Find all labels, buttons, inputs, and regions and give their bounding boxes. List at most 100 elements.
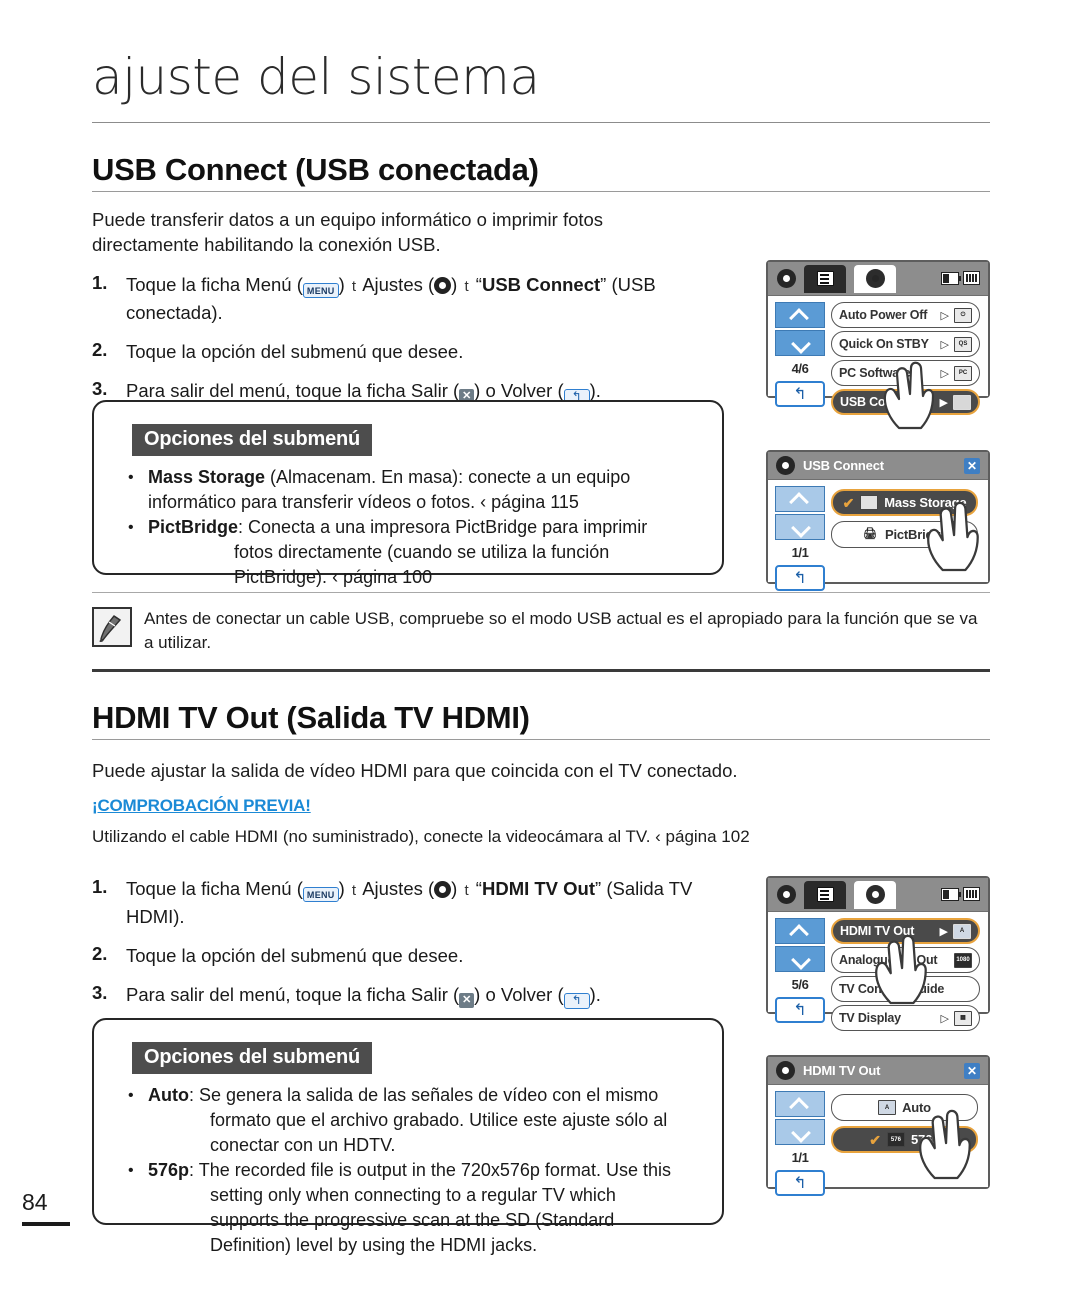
usb-connect-submenu-screen: USB Connect ✕ 1/1 ↰ ✔ Mass Storage 🖨 Pic… [766, 450, 990, 591]
1080i-icon: 1080 [954, 952, 972, 968]
submenu-row-auto[interactable]: A Auto [831, 1094, 978, 1121]
manual-page: ajuste del sistema USB Connect (USB cone… [0, 0, 1080, 1316]
step-text-mid2: Ajustes ( [358, 274, 435, 295]
576p-icon: 576 [886, 1132, 905, 1147]
row-arrow: ▷ [940, 367, 949, 380]
close-icon[interactable]: ✕ [964, 458, 980, 474]
step-text: Toque la opción del submenú que desee. [126, 945, 464, 966]
check-icon: ✔ [842, 494, 855, 511]
section-intro-hdmi: Puede ajustar la salida de vídeo HDMI pa… [92, 760, 738, 781]
option-hang: Auto: Se genera la salida de las señales… [148, 1083, 688, 1158]
step-text-post: ). [589, 380, 601, 401]
menu-row-tv-connect-guide[interactable]: TV Connect Guide [831, 976, 980, 1002]
option-item: • Auto: Se genera la salida de las señal… [94, 1083, 722, 1158]
chevron-down-icon [792, 1128, 808, 1137]
close-icon[interactable]: ✕ [964, 1063, 980, 1079]
scroll-down-button[interactable] [775, 330, 825, 356]
submenu-title: HDMI TV Out [803, 1063, 881, 1078]
row-label: USB Connect [840, 395, 918, 409]
menu-row-pc-software[interactable]: PC Software ▷ PC [831, 360, 980, 386]
submenu-row-mass-storage[interactable]: ✔ Mass Storage [831, 489, 978, 516]
step-text-mid1: ) [338, 274, 350, 295]
submenu-options-box-hdmi: Opciones del submenú • Auto: Se genera l… [92, 1018, 724, 1255]
step-bold-term: HDMI TV Out [481, 878, 596, 899]
row-arrow: ▷ [940, 1012, 949, 1025]
step-text: Toque la ficha Menú (MENU) t Ajustes () … [126, 272, 732, 326]
scroll-up-button[interactable] [775, 486, 825, 512]
scroll-down-button[interactable] [775, 946, 825, 972]
lcd-tabbar [768, 878, 988, 912]
power-off-icon: ⏻ [954, 307, 972, 323]
submenu-row-576p[interactable]: ✔ 576 576p [831, 1126, 978, 1153]
settings-gear-icon [777, 885, 796, 904]
back-button[interactable]: ↰ [775, 381, 825, 407]
page-indicator: 5/6 [791, 977, 809, 992]
usb-menu-screen: 4/6 ↰ Auto Power Off ▷ ⏻ Quick On STBY ▷… [766, 260, 990, 430]
scroll-down-button[interactable] [775, 514, 825, 540]
back-icon: ↰ [563, 993, 590, 1009]
tab-list[interactable] [804, 264, 846, 293]
step-text: Toque la ficha Menú (MENU) t Ajustes () … [126, 876, 732, 930]
row-label: HDMI TV Out [840, 924, 915, 938]
row-label: Analogue TV Out [839, 953, 938, 967]
row-arrow: ▷ [940, 338, 949, 351]
gear-icon [865, 885, 885, 904]
pictbridge-icon: 🖨 [860, 527, 879, 542]
settings-gear-icon [777, 269, 796, 288]
chevron-up-icon [792, 927, 808, 936]
step-item: 2. Toque la opción del submenú que desee… [92, 943, 732, 969]
menu-row-quick-on-stby[interactable]: Quick On STBY ▷ QS [831, 331, 980, 357]
tab-list[interactable] [804, 880, 846, 909]
menu-icon: MENU [302, 887, 339, 902]
usb-icon [953, 394, 971, 410]
step-number: 2. [92, 339, 108, 360]
menu-row-analogue-tv-out[interactable]: Analogue TV Out 1080 [831, 947, 980, 973]
section-intro-usb: Puede transferir datos a un equipo infor… [92, 209, 604, 255]
precheck-text: Utilizando el cable HDMI (no suministrad… [92, 827, 750, 846]
option-term: Auto [148, 1085, 189, 1105]
menu-row-tv-display[interactable]: TV Display ▷ ▦ [831, 1005, 980, 1031]
back-button[interactable]: ↰ [775, 1170, 825, 1196]
bullet-icon: • [128, 469, 134, 486]
step-item: 1. Toque la ficha Menú (MENU) t Ajustes … [92, 876, 732, 930]
scroll-up-button[interactable] [775, 302, 825, 328]
row-arrow: ▶ [939, 396, 948, 409]
menu-row-hdmi-tv-out[interactable]: HDMI TV Out ▶ A [831, 918, 980, 944]
quick-on-icon: QS [954, 336, 972, 352]
note-box-usb: Antes de conectar un cable USB, comprueb… [92, 592, 990, 672]
option-hang: PictBridge: Conecta a una impresora Pict… [148, 515, 688, 590]
chevron-up-icon [792, 311, 808, 320]
gear-icon [865, 269, 885, 288]
scroll-down-button[interactable] [775, 1119, 825, 1145]
step-text-post: ). [589, 984, 601, 1005]
bullet-icon: • [128, 1162, 134, 1179]
menu-row-auto-power-off[interactable]: Auto Power Off ▷ ⏻ [831, 302, 980, 328]
bullet-icon: • [128, 1087, 134, 1104]
list-icon [816, 271, 834, 286]
nav-column: 5/6 ↰ [775, 918, 825, 1023]
nav-column: 4/6 ↰ [775, 302, 825, 407]
tab-settings[interactable] [854, 264, 896, 293]
steps-hdmi: 1. Toque la ficha Menú (MENU) t Ajustes … [92, 876, 732, 1022]
step-text-mid: ) o Volver ( [474, 984, 564, 1005]
scroll-up-button[interactable] [775, 1091, 825, 1117]
section-underline [92, 190, 990, 192]
row-arrow: ▷ [940, 309, 949, 322]
step-item: 2. Toque la opción del submenú que desee… [92, 339, 732, 365]
page-reference: ‹ página 115 [480, 492, 579, 512]
tv-display-icon: ▦ [954, 1010, 972, 1026]
row-label: TV Connect Guide [839, 982, 945, 996]
submenu-row-pictbridge[interactable]: 🖨 PictBridge [831, 521, 978, 548]
back-button[interactable]: ↰ [775, 997, 825, 1023]
back-button[interactable]: ↰ [775, 565, 825, 591]
step-text-mid: ) o Volver ( [474, 380, 564, 401]
scroll-up-button[interactable] [775, 918, 825, 944]
step-text-mid4: “ [470, 878, 482, 899]
nav-column: 1/1 ↰ [775, 486, 825, 591]
option-item: • PictBridge: Conecta a una impresora Pi… [94, 515, 722, 590]
tab-settings[interactable] [854, 880, 896, 909]
mass-storage-icon [860, 495, 879, 510]
step-arrow-2: t [464, 278, 469, 295]
step-arrow-1: t [351, 882, 357, 899]
menu-row-usb-connect[interactable]: USB Connect ▶ [831, 389, 980, 415]
